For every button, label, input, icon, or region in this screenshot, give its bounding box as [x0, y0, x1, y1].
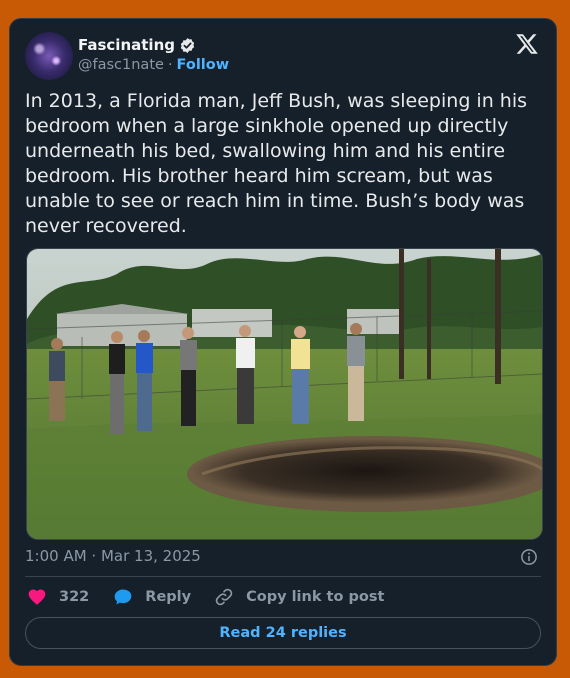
- author-handle[interactable]: @fasc1nate: [78, 57, 164, 73]
- copy-link-button[interactable]: Copy link to post: [214, 587, 384, 607]
- handle-row: @fasc1nate · Follow: [78, 57, 229, 73]
- x-logo-icon[interactable]: [515, 32, 539, 56]
- copy-link-label: Copy link to post: [246, 589, 385, 605]
- like-button[interactable]: 322: [27, 587, 89, 607]
- follow-button[interactable]: Follow: [177, 57, 230, 73]
- link-icon: [215, 588, 233, 606]
- tweet-card: Fascinating @fasc1nate · Follow In 2013, a…: [9, 18, 557, 666]
- action-bar: 322 Reply Copy link to post: [27, 587, 384, 607]
- author-name[interactable]: Fascinating: [78, 36, 175, 54]
- post-timestamp[interactable]: 1:00 AM · Mar 13, 2025: [25, 547, 201, 565]
- avatar[interactable]: [25, 32, 73, 80]
- photo-image: [27, 249, 542, 539]
- verified-badge-icon: [180, 37, 195, 53]
- read-replies-button[interactable]: Read 24 replies: [25, 617, 541, 649]
- reply-button[interactable]: Reply: [113, 587, 191, 607]
- heart-icon: [28, 589, 46, 605]
- separator-dot: ·: [167, 57, 173, 73]
- like-count: 322: [59, 589, 90, 605]
- tweet-text: In 2013, a Florida man, Jeff Bush, was s…: [25, 90, 527, 237]
- speech-bubble-icon: [114, 589, 132, 605]
- reply-label: Reply: [145, 589, 192, 605]
- author-row: Fascinating: [78, 36, 196, 54]
- info-icon[interactable]: [520, 548, 538, 566]
- sinkhole-photo[interactable]: [26, 248, 543, 540]
- divider: [25, 576, 541, 577]
